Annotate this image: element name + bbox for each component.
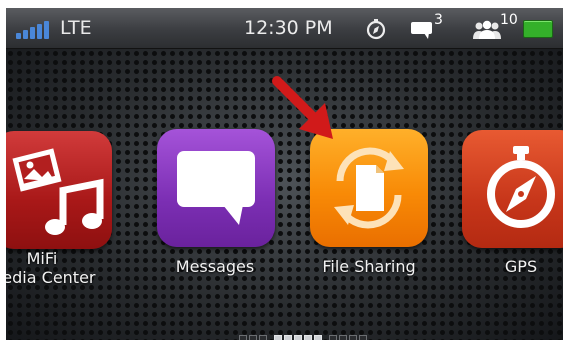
message-icon[interactable]: [410, 20, 434, 40]
network-type: LTE: [60, 17, 92, 39]
red-arrow-icon: [272, 76, 333, 139]
signal-bars-icon: [16, 21, 54, 39]
battery-icon: [523, 20, 553, 38]
app-messages[interactable]: [157, 129, 275, 247]
file-sharing-icon: [334, 147, 404, 229]
home-screen: MiFi Media Center Messages File Sharing: [6, 49, 563, 340]
app-label-media-center: MiFi Media Center: [6, 249, 96, 287]
users-icon[interactable]: [471, 20, 503, 40]
compass-icon[interactable]: [365, 18, 387, 40]
app-gps[interactable]: [462, 130, 563, 248]
device-screen: LTE 12:30 PM 3 10 MiFi edia Center Messa…: [6, 8, 563, 340]
messages-icon: [177, 151, 255, 225]
app-file-sharing[interactable]: [310, 129, 428, 247]
app-label-gps: GPS: [504, 257, 538, 276]
media-center-icon: [12, 148, 104, 235]
status-bar: LTE 12:30 PM 3 10: [6, 8, 563, 49]
app-label-messages: Messages: [175, 257, 255, 276]
app-media-center[interactable]: [6, 131, 112, 249]
user-count: 10: [500, 12, 518, 28]
message-count: 3: [434, 12, 443, 28]
page-indicator[interactable]: [239, 328, 369, 340]
clock: 12:30 PM: [244, 17, 333, 39]
gps-compass-icon: [487, 146, 555, 228]
app-label-file-sharing: File Sharing: [322, 257, 416, 276]
